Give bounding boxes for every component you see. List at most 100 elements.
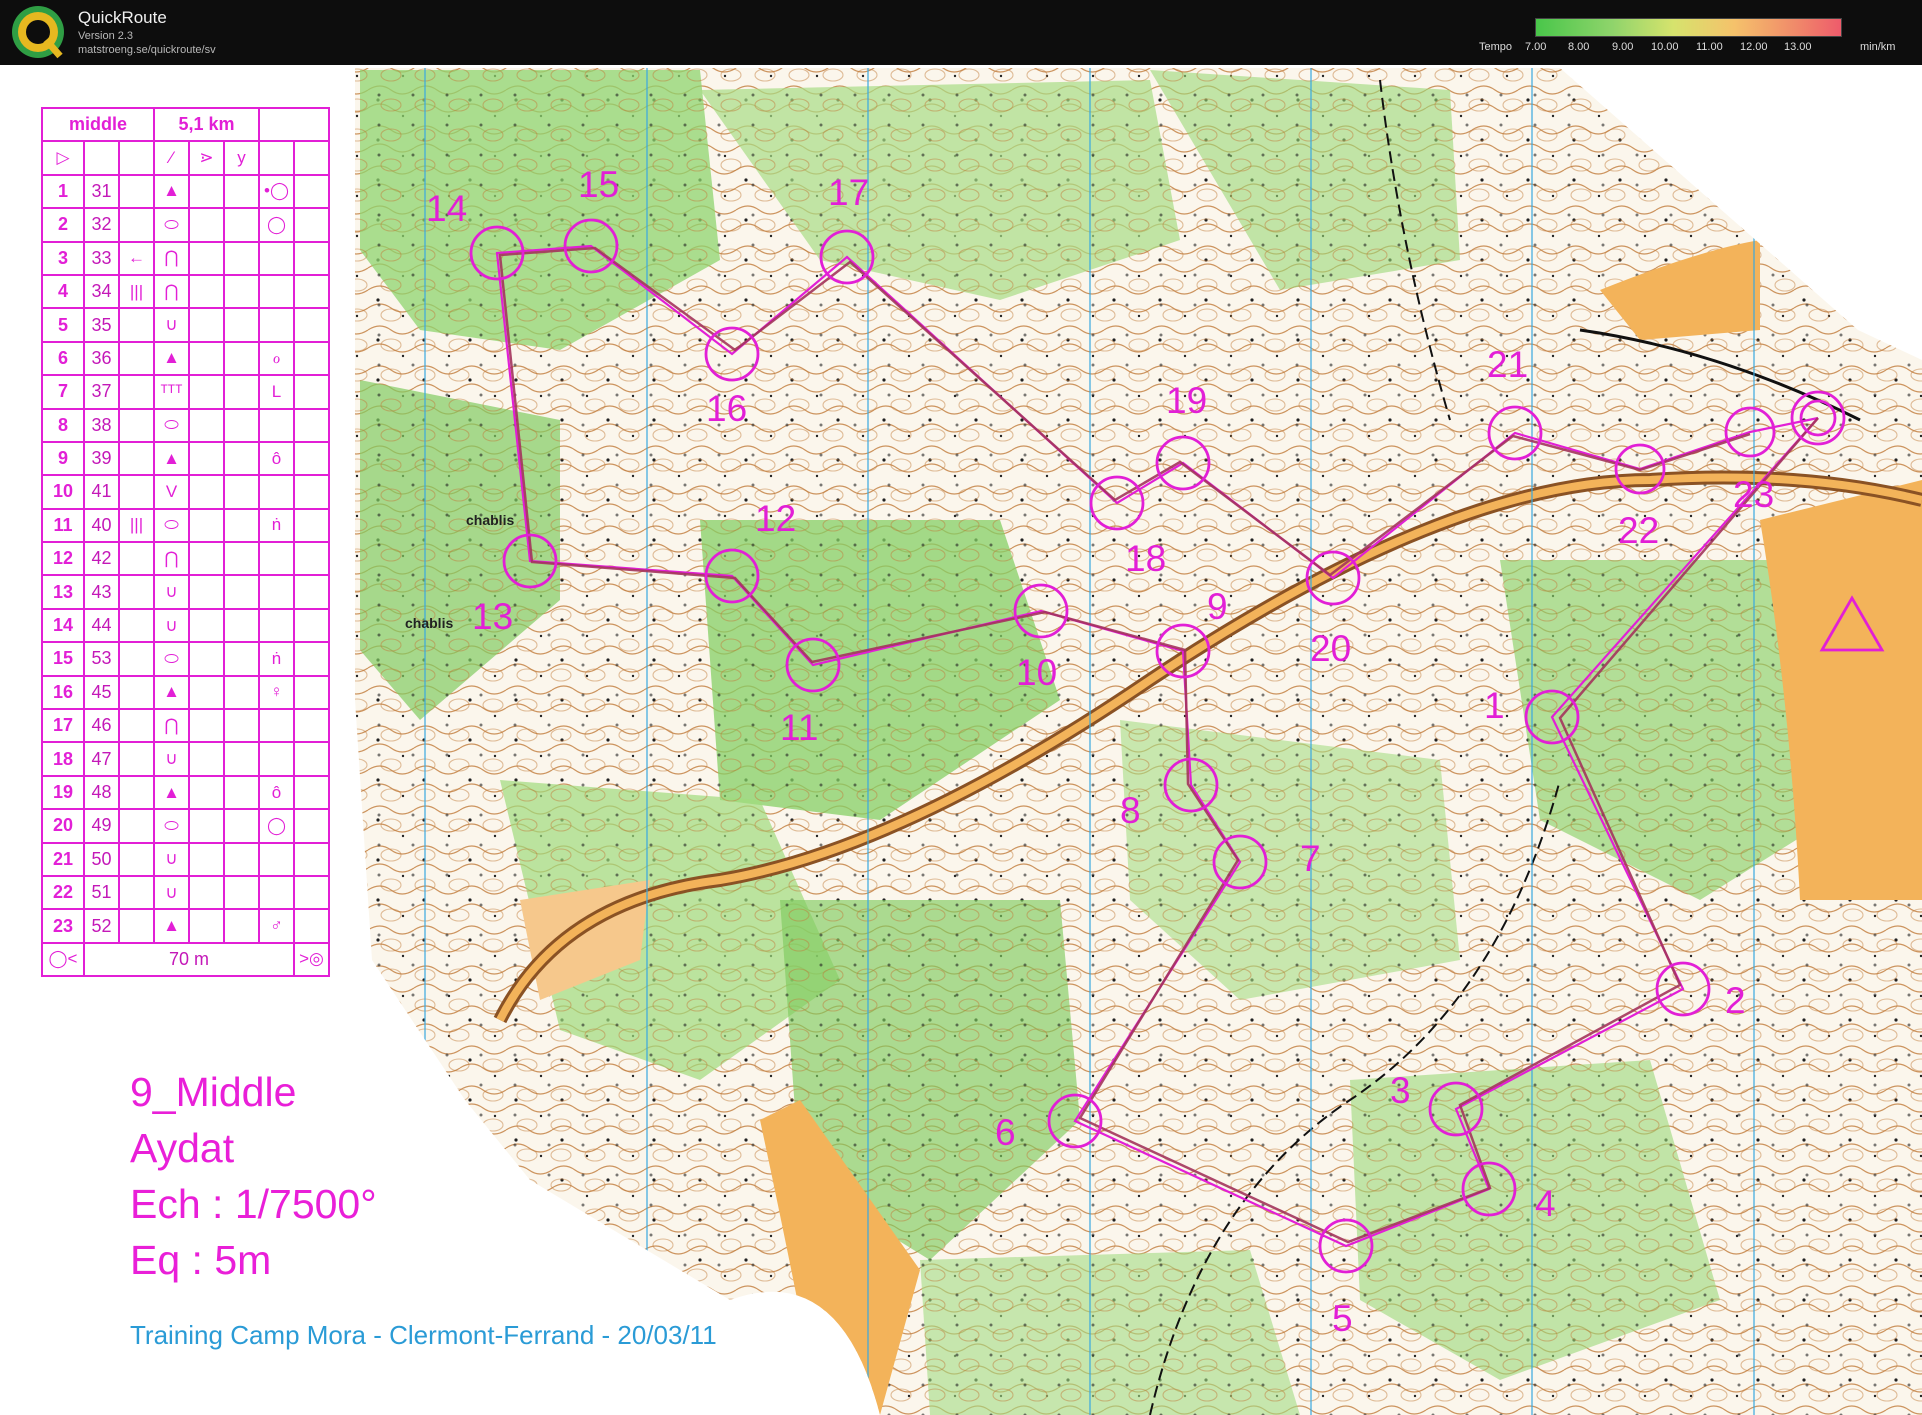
control-column-h-cell (293, 808, 330, 844)
control-column-g-cell (258, 307, 295, 343)
control-column-g-cell: ◯ (258, 207, 295, 243)
control-feature-cell: ▲ (153, 908, 190, 944)
control-column-e-cell (188, 808, 225, 844)
control-number-cell: 14 (41, 607, 85, 644)
control-column-c-cell (118, 908, 155, 944)
control-number: 19 (1166, 380, 1208, 421)
control-feature-cell: ⋂ (153, 541, 190, 577)
control-column-f-cell (223, 741, 260, 777)
finish-symbol-icon: >◎ (293, 941, 330, 978)
control-number-cell: 4 (41, 273, 85, 310)
control-column-c-cell (118, 774, 155, 811)
control-column-c-cell (118, 541, 155, 577)
control-feature-cell: ∪ (153, 307, 190, 343)
control-number-cell: 12 (41, 541, 85, 577)
control-column-f-cell (223, 474, 260, 510)
control-column-e-cell (188, 708, 225, 744)
control-feature-cell: ∪ (153, 574, 190, 610)
control-number: 6 (995, 1112, 1016, 1153)
control-column-e-cell (188, 574, 225, 610)
control-column-h-cell (293, 307, 330, 343)
control-description-row: 2 32 ⬭ ◯ (41, 207, 330, 243)
app-version: Version 2.3 (78, 30, 134, 42)
control-feature-cell: ▲ (153, 674, 190, 711)
control-column-h-cell (293, 541, 330, 577)
control-code-cell: 40 (83, 507, 120, 544)
control-number: 20 (1310, 628, 1352, 669)
event-footer: Training Camp Mora - Clermont-Ferrand - … (130, 1320, 717, 1350)
place-label: chablis (466, 512, 515, 528)
control-column-f-cell (223, 908, 260, 944)
control-number-cell: 8 (41, 407, 85, 443)
control-column-e-cell (188, 507, 225, 544)
control-column-h-cell (293, 474, 330, 510)
map-title-line2: Aydat (130, 1125, 235, 1171)
control-column-h-cell (293, 641, 330, 677)
control-column-g-cell (258, 607, 295, 644)
control-column-e-cell (188, 173, 225, 210)
control-feature-cell: ▲ (153, 340, 190, 377)
control-column-g-cell (258, 240, 295, 276)
control-feature-cell: ⬭ (153, 507, 190, 544)
control-column-h-cell (293, 741, 330, 777)
control-number-cell: 21 (41, 841, 85, 877)
map-title-line1: 9_Middle (130, 1069, 297, 1115)
control-number: 12 (755, 498, 797, 539)
app-header-bar: QuickRoute Version 2.3 matstroeng.se/qui… (0, 0, 1922, 65)
control-number-cell: 16 (41, 674, 85, 711)
control-feature-cell: ⋂ (153, 240, 190, 276)
control-column-h-cell (293, 774, 330, 811)
control-description-row: 6 36 ▲ ℴ (41, 340, 330, 377)
control-column-g-cell: ℴ (258, 340, 295, 377)
control-code-cell: 52 (83, 908, 120, 944)
control-feature-cell: ∪ (153, 741, 190, 777)
control-column-e-cell (188, 741, 225, 777)
control-feature-cell: ⬭ (153, 808, 190, 844)
control-description-row: 20 49 ⬭ ◯ (41, 808, 330, 844)
control-column-f-cell (223, 808, 260, 844)
control-number-cell: 20 (41, 808, 85, 844)
control-column-f-cell (223, 173, 260, 210)
control-code-cell: 38 (83, 407, 120, 443)
tempo-tick: 13.00 (1784, 41, 1812, 53)
place-label: chablis (405, 615, 454, 631)
control-column-c-cell: ||| (118, 507, 155, 544)
control-column-g-cell: ṅ (258, 641, 295, 677)
control-number: 13 (472, 596, 514, 637)
control-feature-cell: ∪ (153, 874, 190, 911)
control-code-cell: 33 (83, 240, 120, 276)
tempo-tick: 12.00 (1740, 41, 1768, 53)
control-column-h-cell (293, 207, 330, 243)
tempo-tick: 8.00 (1568, 41, 1590, 53)
control-description-row: 3 33 ← ⋂ (41, 240, 330, 276)
control-column-e-cell (188, 674, 225, 711)
control-number-cell: 19 (41, 774, 85, 811)
control-feature-cell: ⬭ (153, 207, 190, 243)
control-column-f-cell (223, 607, 260, 644)
control-column-g-cell (258, 874, 295, 911)
control-column-f-cell (223, 874, 260, 911)
control-column-c-cell (118, 307, 155, 343)
control-number-cell: 10 (41, 474, 85, 510)
map-title-line4: Eq : 5m (130, 1237, 272, 1283)
control-column-h-cell (293, 874, 330, 911)
start-symbol-icon: ▷ (41, 140, 85, 176)
control-column-h-cell (293, 574, 330, 610)
control-column-c-cell (118, 574, 155, 610)
column-header-icon: ⋗ (188, 140, 225, 176)
control-number: 11 (780, 707, 819, 748)
tempo-tick: 10.00 (1651, 41, 1679, 53)
control-description-row: 7 37 ᵀᵀᵀ L (41, 374, 330, 410)
control-column-c-cell (118, 674, 155, 711)
app-url-link[interactable]: matstroeng.se/quickroute/sv (78, 44, 216, 56)
control-column-g-cell: L (258, 374, 295, 410)
control-number: 15 (578, 164, 620, 205)
control-column-c-cell (118, 607, 155, 644)
control-number: 8 (1120, 790, 1141, 831)
control-number: 7 (1300, 838, 1321, 879)
control-description-row: 21 50 ∪ (41, 841, 330, 877)
tempo-tick: 11.00 (1696, 41, 1723, 53)
control-description-row: 23 52 ▲ ♂ (41, 908, 330, 944)
control-description-row: 22 51 ∪ (41, 874, 330, 911)
final-distance: 70 m (83, 941, 295, 978)
